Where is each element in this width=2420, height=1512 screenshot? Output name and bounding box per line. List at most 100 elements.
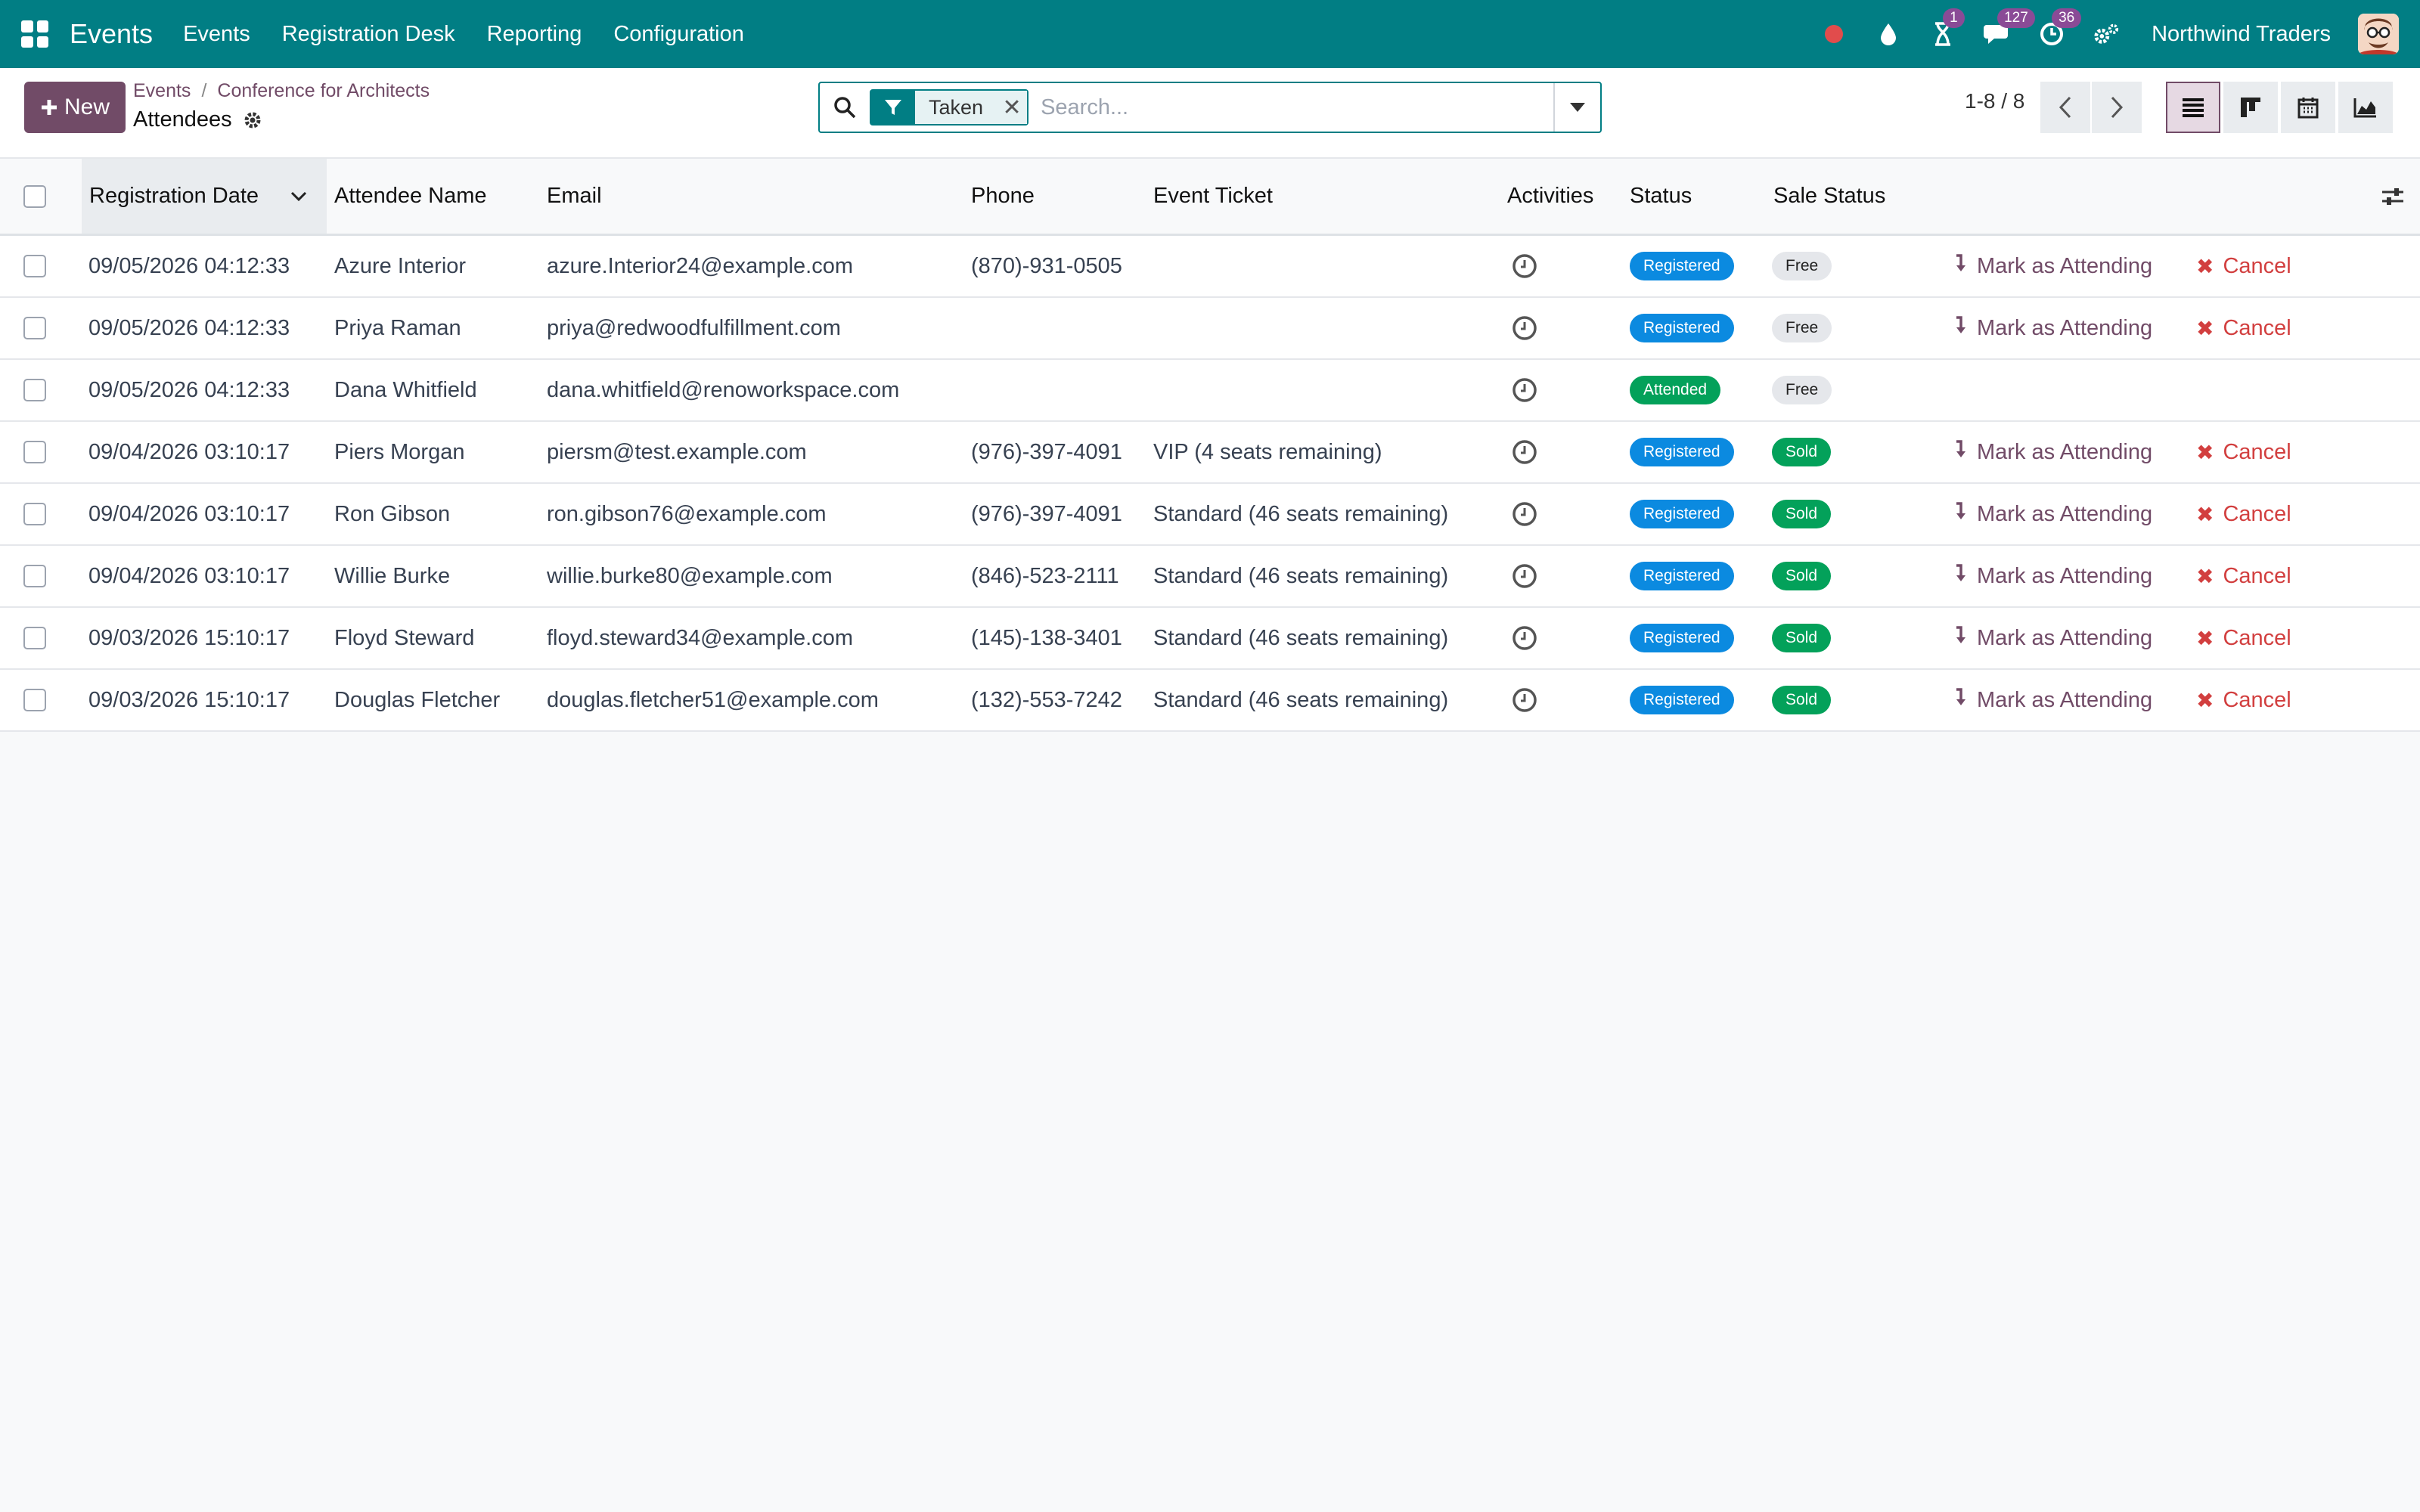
activity-clock-icon[interactable]: [1512, 236, 1537, 296]
breadcrumb-event[interactable]: Conference for Architects: [217, 80, 430, 101]
header-registration-date[interactable]: Registration Date: [82, 159, 327, 234]
menu-item-events[interactable]: Events: [183, 22, 250, 47]
cell-email: piersm@test.example.com: [547, 439, 807, 464]
user-avatar[interactable]: [2358, 14, 2399, 54]
facet-label: Taken: [915, 91, 997, 124]
activity-clock-icon[interactable]: [1512, 670, 1537, 730]
activity-clock-icon[interactable]: [1512, 422, 1537, 482]
search-bar: Taken ✕: [818, 82, 1602, 133]
menu-item-configuration[interactable]: Configuration: [613, 22, 744, 47]
mark-as-attending-button[interactable]: Mark as Attending: [1954, 608, 2152, 668]
cell-status: Registered: [1630, 484, 1734, 544]
cancel-button[interactable]: ✖ Cancel: [2196, 546, 2291, 606]
messages-icon[interactable]: 127: [1984, 8, 2035, 48]
select-all-checkbox[interactable]: [23, 159, 46, 234]
table-row[interactable]: 09/05/2026 04:12:33 Dana Whitfield dana.wh…: [0, 360, 2420, 422]
company-name[interactable]: Northwind Traders: [2152, 22, 2331, 47]
cancel-label: Cancel: [2223, 253, 2291, 278]
mark-as-attending-button[interactable]: Mark as Attending: [1954, 670, 2152, 730]
new-button[interactable]: New: [24, 82, 126, 133]
facet-remove-icon[interactable]: ✕: [997, 91, 1028, 124]
header-sale-status[interactable]: Sale Status: [1773, 159, 1885, 234]
cancel-button[interactable]: ✖ Cancel: [2196, 484, 2291, 544]
list-icon: [2183, 98, 2204, 117]
search-options-toggle[interactable]: [1553, 83, 1600, 132]
activity-clock-icon[interactable]: [1512, 298, 1537, 358]
sale-status-badge: Sold: [1772, 562, 1832, 590]
mark-as-attending-button[interactable]: Mark as Attending: [1954, 422, 2152, 482]
calendar-view-button[interactable]: [2281, 82, 2335, 133]
activity-clock-icon[interactable]: [1512, 484, 1537, 544]
pager-previous-button[interactable]: [2040, 82, 2090, 133]
activity-clock-icon[interactable]: [1512, 546, 1537, 606]
status-badge: Registered: [1630, 500, 1734, 528]
cancel-button[interactable]: ✖ Cancel: [2196, 422, 2291, 482]
cell-attendee-name: Douglas Fletcher: [334, 687, 501, 712]
table-row[interactable]: 09/03/2026 15:10:17 Floyd Steward floyd.st…: [0, 608, 2420, 670]
cell-status: Registered: [1630, 608, 1734, 668]
menu-item-registration-desk[interactable]: Registration Desk: [282, 22, 455, 47]
cancel-button[interactable]: ✖ Cancel: [2196, 236, 2291, 296]
settings-gears-icon[interactable]: [2093, 20, 2120, 48]
cell-email: priya@redwoodfulfillment.com: [547, 315, 841, 340]
search-icon[interactable]: [820, 96, 870, 119]
row-checkbox[interactable]: [23, 422, 46, 482]
activity-clock-icon[interactable]: [1512, 608, 1537, 668]
row-checkbox[interactable]: [23, 484, 46, 544]
activity-clock-icon[interactable]: [1512, 360, 1537, 420]
optional-columns-toggle[interactable]: [2381, 159, 2405, 234]
breadcrumb-events[interactable]: Events: [133, 80, 191, 101]
cell-attendee-name: Azure Interior: [334, 253, 467, 278]
row-checkbox[interactable]: [23, 546, 46, 606]
cell-status: Registered: [1630, 298, 1734, 358]
attend-arrow-icon: [1954, 625, 1966, 651]
search-input[interactable]: [1041, 94, 1553, 120]
row-checkbox[interactable]: [23, 608, 46, 668]
sale-status-badge: Sold: [1772, 500, 1832, 528]
clock-icon[interactable]: 36: [2038, 8, 2082, 48]
mark-as-attending-button[interactable]: Mark as Attending: [1954, 298, 2152, 358]
status-badge: Registered: [1630, 252, 1734, 280]
hourglass-icon[interactable]: 1: [1929, 8, 1965, 48]
cell-status: Attended: [1630, 360, 1721, 420]
cancel-button[interactable]: ✖ Cancel: [2196, 608, 2291, 668]
systray: 1 127 36 Northwind Traders: [1820, 8, 2399, 54]
mark-as-attending-button[interactable]: Mark as Attending: [1954, 546, 2152, 606]
list-view-button[interactable]: [2166, 82, 2220, 133]
table-row[interactable]: 09/04/2026 03:10:17 Piers Morgan piersm@te…: [0, 422, 2420, 484]
table-row[interactable]: 09/04/2026 03:10:17 Ron Gibson ron.gibson7…: [0, 484, 2420, 546]
attend-arrow-icon: [1954, 315, 1966, 341]
table-row[interactable]: 09/04/2026 03:10:17 Willie Burke willie.bu…: [0, 546, 2420, 608]
header-activities[interactable]: Activities: [1507, 159, 1593, 234]
mark-as-attending-button[interactable]: Mark as Attending: [1954, 484, 2152, 544]
apps-menu-icon[interactable]: [21, 20, 48, 48]
cancel-x-icon: ✖: [2196, 564, 2214, 588]
gear-icon[interactable]: [243, 110, 262, 130]
recording-icon[interactable]: [1820, 20, 1848, 48]
menu-item-reporting[interactable]: Reporting: [487, 22, 582, 47]
kanban-view-button[interactable]: [2223, 82, 2278, 133]
table-row[interactable]: 09/05/2026 04:12:33 Azure Interior azure.I…: [0, 236, 2420, 298]
header-event-ticket[interactable]: Event Ticket: [1153, 159, 1273, 234]
mark-as-attending-button[interactable]: Mark as Attending: [1954, 236, 2152, 296]
pager-value[interactable]: 1-8 / 8: [1965, 89, 2024, 113]
cancel-button[interactable]: ✖ Cancel: [2196, 298, 2291, 358]
cancel-button[interactable]: ✖ Cancel: [2196, 670, 2291, 730]
row-checkbox[interactable]: [23, 236, 46, 296]
pager-next-button[interactable]: [2092, 82, 2142, 133]
new-button-label: New: [64, 94, 110, 119]
table-row[interactable]: 09/03/2026 15:10:17 Douglas Fletcher dougl…: [0, 670, 2420, 732]
cell-attendee-name: Ron Gibson: [334, 501, 451, 526]
row-checkbox[interactable]: [23, 670, 46, 730]
header-status[interactable]: Status: [1630, 159, 1692, 234]
header-attendee-name[interactable]: Attendee Name: [334, 159, 487, 234]
cancel-x-icon: ✖: [2196, 316, 2214, 340]
droplet-icon[interactable]: [1875, 20, 1902, 48]
table-row[interactable]: 09/05/2026 04:12:33 Priya Raman priya@redw…: [0, 298, 2420, 360]
row-checkbox[interactable]: [23, 298, 46, 358]
row-checkbox[interactable]: [23, 360, 46, 420]
header-phone[interactable]: Phone: [971, 159, 1035, 234]
header-email[interactable]: Email: [547, 159, 602, 234]
app-brand[interactable]: Events: [70, 18, 153, 50]
graph-view-button[interactable]: [2338, 82, 2393, 133]
